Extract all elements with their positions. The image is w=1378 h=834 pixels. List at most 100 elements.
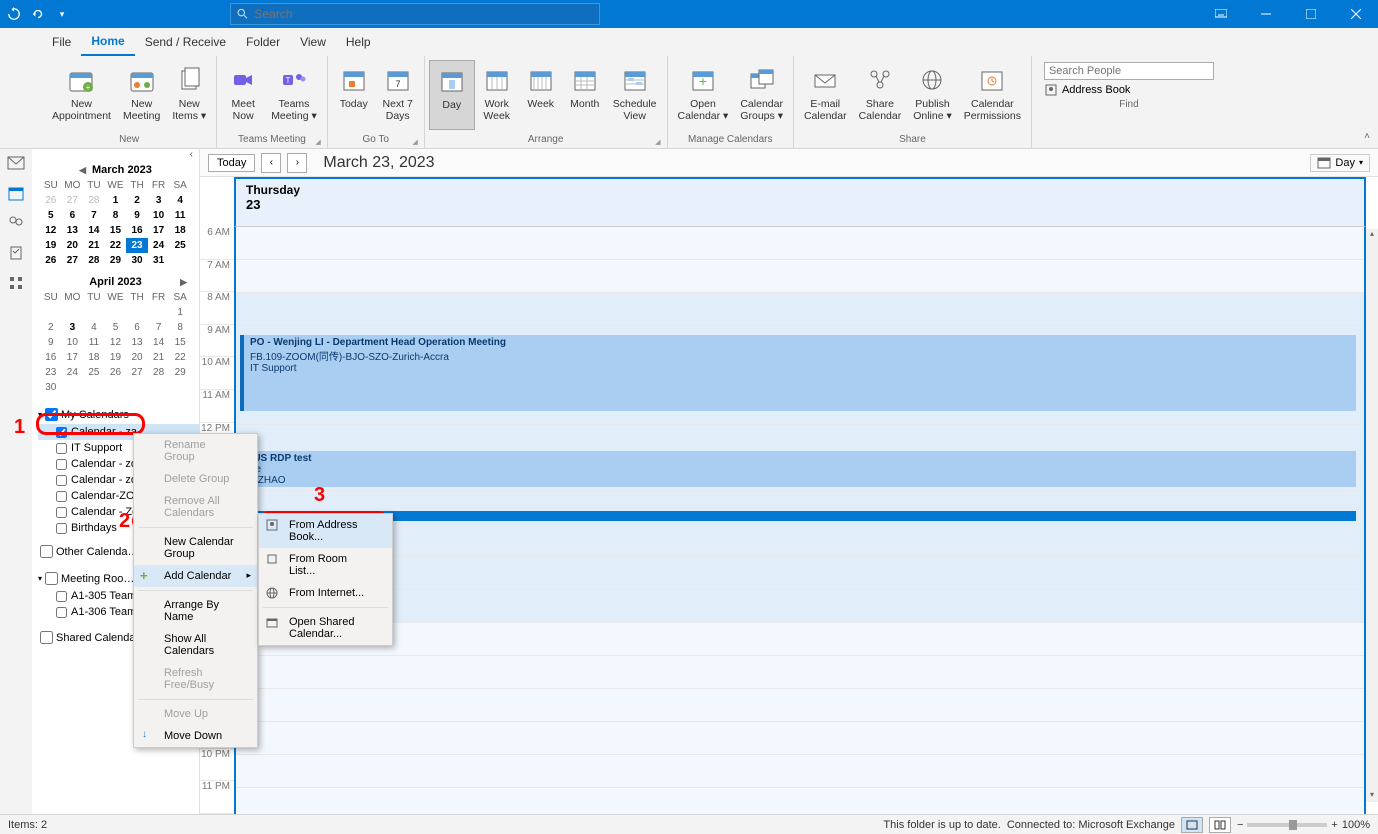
event-item[interactable]: -US RDP test ne k ZHAO	[240, 451, 1356, 487]
calendar-nav-icon[interactable]	[6, 183, 26, 203]
scroll-up-icon[interactable]: ▴	[1366, 229, 1378, 241]
ctx-from-address-book[interactable]: From Address Book...	[259, 514, 392, 548]
minical-day[interactable]: 11	[169, 208, 191, 223]
ctx-arrange-by-name[interactable]: Arrange By Name	[134, 594, 257, 628]
ctx-remove-all[interactable]: Remove All Calendars	[134, 490, 257, 524]
minical-day[interactable]: 27	[126, 365, 148, 380]
minical-day[interactable]	[126, 380, 148, 395]
normal-view-button[interactable]	[1181, 817, 1203, 833]
minical-day[interactable]: 9	[40, 335, 62, 350]
hour-slot[interactable]	[236, 623, 1364, 656]
calendar-checkbox[interactable]	[56, 427, 67, 438]
week-view-button[interactable]: Week	[519, 60, 563, 130]
minical-day[interactable]: 23	[40, 365, 62, 380]
ribbon-collapse-icon[interactable]: ˄	[1364, 56, 1378, 148]
minical-day[interactable]: 1	[105, 193, 127, 208]
next-day-button[interactable]: ›	[287, 153, 307, 173]
minical-day[interactable]: 13	[126, 335, 148, 350]
ctx-from-internet[interactable]: From Internet...	[259, 582, 392, 604]
hour-slot[interactable]	[236, 755, 1364, 788]
minical-day[interactable]: 4	[83, 320, 105, 335]
ctx-delete-group[interactable]: Delete Group	[134, 468, 257, 490]
minical-day[interactable]: 25	[169, 238, 191, 253]
minical-day[interactable]: 5	[40, 208, 62, 223]
hour-slot[interactable]	[236, 722, 1364, 755]
minical-day[interactable]	[62, 305, 84, 320]
people-nav-icon[interactable]	[6, 213, 26, 233]
minical-day[interactable]: 29	[105, 253, 127, 268]
my-calendars-group[interactable]: ▾ My Calendars	[36, 405, 199, 424]
minical-day[interactable]: 4	[169, 193, 191, 208]
minical-day[interactable]: 24	[62, 365, 84, 380]
minical-day[interactable]: 26	[40, 253, 62, 268]
calendar-permissions-button[interactable]: Calendar Permissions	[958, 60, 1027, 130]
shared-calendars-checkbox[interactable]	[40, 631, 53, 644]
minical-day[interactable]: 16	[40, 350, 62, 365]
minical-day[interactable]	[148, 380, 170, 395]
minical-day[interactable]: 2	[40, 320, 62, 335]
minimize-button[interactable]	[1243, 0, 1288, 28]
minical-day[interactable]: 26	[40, 193, 62, 208]
room-checkbox[interactable]	[56, 591, 67, 602]
share-calendar-button[interactable]: Share Calendar	[853, 60, 908, 130]
other-calendars-checkbox[interactable]	[40, 545, 53, 558]
workweek-view-button[interactable]: Work Week	[475, 60, 519, 130]
minical-day[interactable]	[83, 380, 105, 395]
publish-online-button[interactable]: Publish Online ▾	[907, 60, 958, 130]
minical-day[interactable]: 28	[83, 253, 105, 268]
minical-day[interactable]: 20	[126, 350, 148, 365]
tasks-nav-icon[interactable]	[6, 243, 26, 263]
minical-day[interactable]: 9	[126, 208, 148, 223]
tab-home[interactable]: Home	[81, 28, 134, 56]
tab-sendreceive[interactable]: Send / Receive	[135, 28, 236, 56]
minical-day[interactable]	[105, 305, 127, 320]
tab-view[interactable]: View	[290, 28, 336, 56]
next-month-icon[interactable]: ▶	[180, 277, 187, 288]
minical-day[interactable]: 7	[83, 208, 105, 223]
calendar-checkbox[interactable]	[56, 491, 67, 502]
minical-day[interactable]: 6	[126, 320, 148, 335]
minical-day[interactable]: 7	[148, 320, 170, 335]
room-checkbox[interactable]	[56, 607, 67, 618]
email-calendar-button[interactable]: E-mail Calendar	[798, 60, 853, 130]
minical-day[interactable]: 14	[83, 223, 105, 238]
prev-day-button[interactable]: ‹	[261, 153, 281, 173]
maximize-button[interactable]	[1288, 0, 1333, 28]
minical-day[interactable]: 24	[148, 238, 170, 253]
minical-day[interactable]: 12	[105, 335, 127, 350]
ctx-refresh[interactable]: Refresh Free/Busy	[134, 662, 257, 696]
minical-day[interactable]: 22	[169, 350, 191, 365]
minical-day[interactable]	[83, 305, 105, 320]
ctx-rename-group[interactable]: Rename Group	[134, 434, 257, 468]
minical-day[interactable]	[148, 305, 170, 320]
undo-icon[interactable]	[30, 6, 46, 22]
ctx-move-up[interactable]: Move Up	[134, 703, 257, 725]
meet-now-button[interactable]: Meet Now	[221, 60, 265, 130]
calendar-checkbox[interactable]	[56, 507, 67, 518]
calendar-checkbox[interactable]	[56, 523, 67, 534]
calendar-groups-button[interactable]: Calendar Groups ▾	[734, 60, 789, 130]
minical-day[interactable]: 3	[148, 193, 170, 208]
global-search[interactable]	[230, 3, 600, 25]
ctx-open-shared[interactable]: Open Shared Calendar...	[259, 611, 392, 645]
minical-day[interactable]: 6	[62, 208, 84, 223]
hour-slot[interactable]	[236, 689, 1364, 722]
minical-day[interactable]	[169, 380, 191, 395]
minical-day[interactable]: 10	[148, 208, 170, 223]
more-nav-icon[interactable]	[6, 273, 26, 293]
minical-day[interactable]: 26	[105, 365, 127, 380]
minical-day[interactable]: 22	[105, 238, 127, 253]
minical-day[interactable]: 17	[62, 350, 84, 365]
minical-day[interactable]: 15	[105, 223, 127, 238]
calendar-checkbox[interactable]	[56, 459, 67, 470]
minical-day[interactable]	[40, 305, 62, 320]
minical-day[interactable]	[62, 380, 84, 395]
minical-day[interactable]: 28	[83, 193, 105, 208]
minical-day[interactable]	[126, 305, 148, 320]
prev-month-icon[interactable]: ◀	[79, 165, 86, 176]
ctx-move-down[interactable]: ↓ Move Down	[134, 725, 257, 747]
event-item-selected[interactable]	[240, 511, 1356, 521]
minical-day[interactable]: 29	[169, 365, 191, 380]
save-icon[interactable]	[6, 6, 22, 22]
ctx-new-group[interactable]: New Calendar Group	[134, 531, 257, 565]
